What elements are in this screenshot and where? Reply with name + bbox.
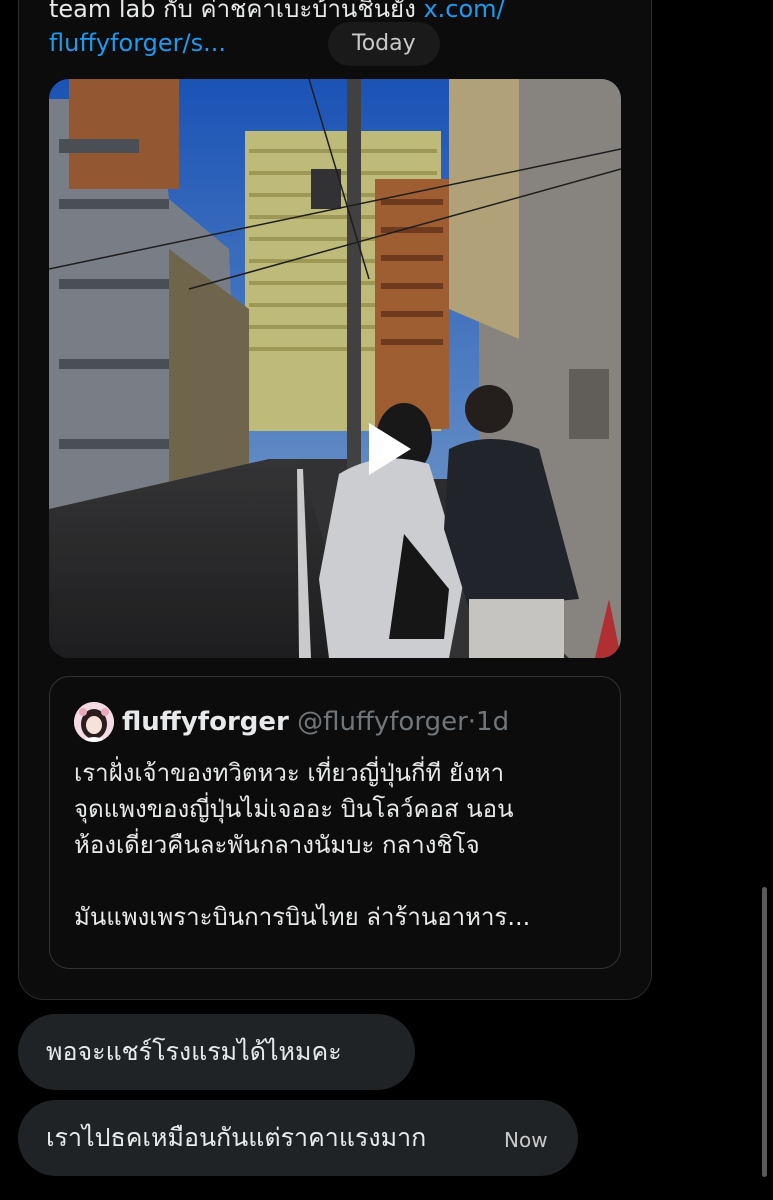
quote-body-last-line: มันแพงเพราะบินการบินไทย ล่าร้านอาหาร...: [74, 903, 531, 931]
shared-post-link-continued[interactable]: fluffyforger/s...: [49, 26, 226, 60]
shared-post-text: team lab กับ ค่าชคาเบะบ้านชินยัง x.com/: [49, 0, 609, 26]
play-icon[interactable]: [365, 421, 413, 477]
video-preview[interactable]: [49, 79, 621, 658]
avatar[interactable]: [74, 702, 114, 742]
quote-time: 1d: [476, 707, 510, 737]
message-text: เราไปธคเหมือนกันแต่ราคาแรงมาก: [46, 1123, 427, 1152]
shared-post-caption: team lab กับ ค่าชคาเบะบ้านชินยัง: [49, 0, 424, 23]
message-text: พอจะแชร์โรงแรมได้ไหมคะ: [46, 1037, 342, 1066]
quote-body: เราฝั่งเจ้าของทวิตหวะ เที่ยวญี่ปุ่นกี่ที…: [74, 755, 604, 935]
quote-body-line: ห้องเดี่ยวคืนละพันกลางนัมบะ กลางชิโจ: [74, 831, 480, 859]
quoted-tweet[interactable]: fluffyforger @fluffyforger·1d เราฝั่งเจ้…: [49, 676, 621, 969]
avatar-image: [74, 702, 114, 742]
quote-body-line: จุดแพงของญี่ปุ่นไม่เจออะ บินโลว์คอส นอน: [74, 795, 514, 823]
dm-conversation: team lab กับ ค่าชคาเบะบ้านชินยัง x.com/ …: [0, 0, 773, 1200]
scrollbar[interactable]: [762, 887, 767, 1177]
quote-header: fluffyforger @fluffyforger·1d: [122, 703, 509, 741]
video-thumbnail: [49, 79, 621, 658]
message-bubble[interactable]: เราไปธคเหมือนกันแต่ราคาแรงมาก Now: [18, 1100, 578, 1176]
quote-body-line: เราฝั่งเจ้าของทวิตหวะ เที่ยวญี่ปุ่นกี่ที…: [74, 759, 505, 787]
quote-display-name[interactable]: fluffyforger: [122, 707, 289, 737]
message-bubble[interactable]: พอจะแชร์โรงแรมได้ไหมคะ: [18, 1014, 415, 1090]
shared-post-link[interactable]: x.com/: [423, 0, 504, 23]
quote-separator: ·: [467, 707, 477, 737]
date-separator: Today: [328, 22, 440, 66]
message-timestamp: Now: [504, 1128, 548, 1152]
quote-handle: @fluffyforger: [297, 707, 468, 737]
